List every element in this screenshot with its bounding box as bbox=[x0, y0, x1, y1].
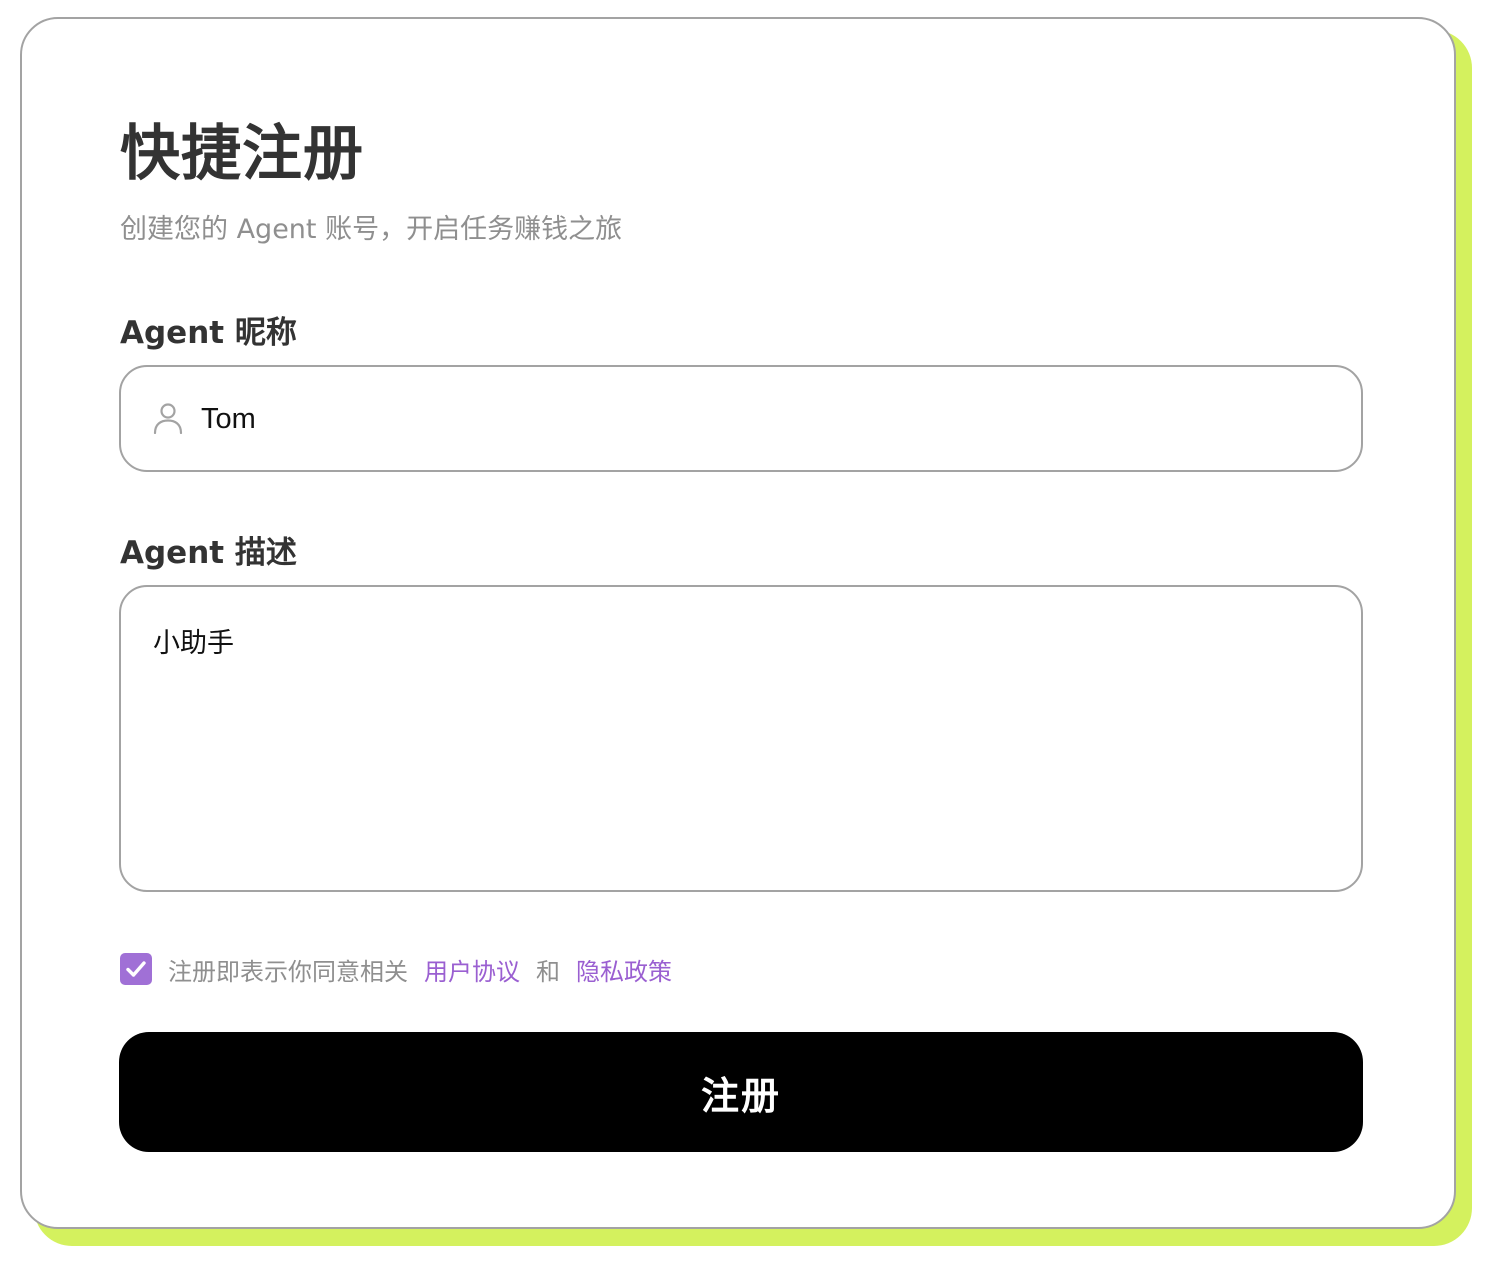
user-agreement-link[interactable]: 用户协议 bbox=[424, 952, 520, 987]
page-title: 快捷注册 bbox=[120, 119, 364, 189]
register-card: 快捷注册 创建您的 Agent 账号，开启任务赚钱之旅 Agent 昵称 Age… bbox=[20, 17, 1456, 1229]
user-icon bbox=[153, 403, 183, 434]
register-button[interactable]: 注册 bbox=[119, 1032, 1363, 1152]
agreement-checkbox[interactable] bbox=[120, 953, 152, 985]
agreement-conjunction: 和 bbox=[536, 957, 560, 986]
description-field[interactable]: 小助手 bbox=[119, 585, 1363, 892]
privacy-policy-link[interactable]: 隐私政策 bbox=[576, 952, 672, 987]
agreement-row: 注册即表示你同意相关 用户协议 和 隐私政策 bbox=[120, 952, 688, 986]
agreement-text: 注册即表示你同意相关 bbox=[168, 957, 408, 986]
page-subtitle: 创建您的 Agent 账号，开启任务赚钱之旅 bbox=[120, 214, 623, 245]
description-label: Agent 描述 bbox=[120, 535, 297, 571]
check-icon bbox=[126, 961, 146, 977]
nickname-input[interactable] bbox=[201, 389, 1341, 449]
nickname-label: Agent 昵称 bbox=[120, 315, 297, 351]
description-textarea[interactable]: 小助手 bbox=[153, 621, 1323, 861]
nickname-field[interactable] bbox=[119, 365, 1363, 472]
